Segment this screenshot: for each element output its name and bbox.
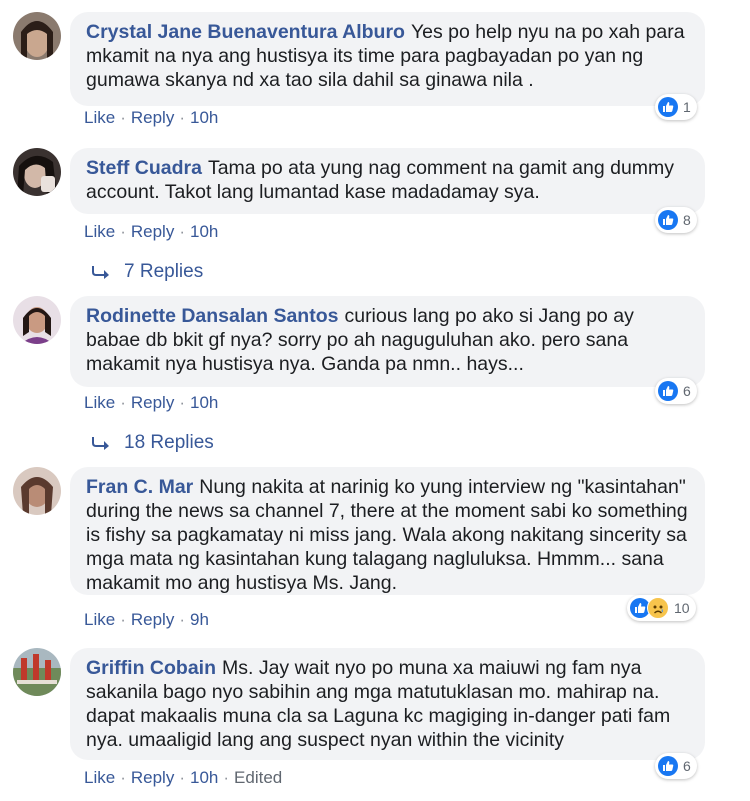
reaction-count: 1 <box>683 99 691 115</box>
reaction-summary[interactable]: 10 <box>627 595 696 621</box>
sad-reaction-icon <box>647 597 669 619</box>
reply-link[interactable]: Reply <box>131 610 174 629</box>
comment-author[interactable]: Crystal Jane Buenaventura Alburo <box>86 21 405 43</box>
reaction-count: 6 <box>683 758 691 774</box>
separator: · <box>120 393 126 412</box>
reply-link[interactable]: Reply <box>131 222 174 241</box>
comment-bubble: Rodinette Dansalan Santos curious lang po… <box>70 296 705 387</box>
reaction-summary[interactable]: 6 <box>655 753 697 779</box>
comment-actions: Like · Reply · 10h <box>84 222 218 242</box>
comment-actions: Like · Reply · 10h <box>84 393 218 413</box>
like-reaction-icon <box>658 210 678 230</box>
replies-count-label: 18 Replies <box>124 432 214 453</box>
comment-actions: Like · Reply · 10h · Edited <box>84 768 282 788</box>
like-link[interactable]: Like <box>84 610 115 629</box>
separator: · <box>179 222 185 241</box>
separator: · <box>179 768 185 787</box>
like-link[interactable]: Like <box>84 768 115 787</box>
like-link[interactable]: Like <box>84 108 115 127</box>
like-link[interactable]: Like <box>84 222 115 241</box>
like-reaction-icon <box>658 381 678 401</box>
reaction-summary[interactable]: 1 <box>655 94 697 120</box>
reaction-count: 8 <box>683 212 691 228</box>
separator: · <box>120 108 126 127</box>
replies-count-label: 7 Replies <box>124 261 204 282</box>
reply-link[interactable]: Reply <box>131 393 174 412</box>
comment-bubble: Fran C. Mar Nung nakita at narinig ko yun… <box>70 467 705 595</box>
avatar[interactable] <box>13 12 61 60</box>
reply-arrow-icon <box>92 437 109 450</box>
view-replies-link[interactable]: 7 Replies <box>92 261 203 283</box>
separator: · <box>179 108 185 127</box>
separator: · <box>179 393 185 412</box>
avatar[interactable] <box>13 467 61 515</box>
reaction-summary[interactable]: 8 <box>655 207 697 233</box>
comment-author[interactable]: Fran C. Mar <box>86 476 193 498</box>
comment-bubble: Steff Cuadra Tama po ata yung nag comment… <box>70 148 705 214</box>
like-link[interactable]: Like <box>84 393 115 412</box>
comment-bubble: Griffin Cobain Ms. Jay wait nyo po muna x… <box>70 648 705 760</box>
separator: · <box>179 610 185 629</box>
avatar[interactable] <box>13 148 61 196</box>
timestamp[interactable]: 10h <box>190 108 218 127</box>
reply-arrow-icon <box>92 266 109 279</box>
reaction-count: 6 <box>683 383 691 399</box>
timestamp[interactable]: 10h <box>190 393 218 412</box>
timestamp[interactable]: 10h <box>190 222 218 241</box>
view-replies-link[interactable]: 18 Replies <box>92 432 214 454</box>
reply-link[interactable]: Reply <box>131 768 174 787</box>
separator: · <box>120 222 126 241</box>
reaction-count: 10 <box>674 600 690 616</box>
comment-actions: Like · Reply · 10h <box>84 108 218 128</box>
like-reaction-icon <box>658 97 678 117</box>
avatar[interactable] <box>13 648 61 696</box>
comment-author[interactable]: Steff Cuadra <box>86 157 202 179</box>
comment-actions: Like · Reply · 9h <box>84 610 209 630</box>
edited-label[interactable]: Edited <box>234 768 282 787</box>
reply-link[interactable]: Reply <box>131 108 174 127</box>
comment-author[interactable]: Rodinette Dansalan Santos <box>86 305 338 327</box>
reaction-summary[interactable]: 6 <box>655 378 697 404</box>
timestamp[interactable]: 9h <box>190 610 209 629</box>
comment-bubble: Crystal Jane Buenaventura Alburo Yes po h… <box>70 12 705 106</box>
separator: · <box>120 768 126 787</box>
avatar[interactable] <box>13 296 61 344</box>
separator: · <box>120 610 126 629</box>
comment-author[interactable]: Griffin Cobain <box>86 657 216 679</box>
like-reaction-icon <box>658 756 678 776</box>
separator: · <box>223 768 230 787</box>
timestamp[interactable]: 10h <box>190 768 218 787</box>
